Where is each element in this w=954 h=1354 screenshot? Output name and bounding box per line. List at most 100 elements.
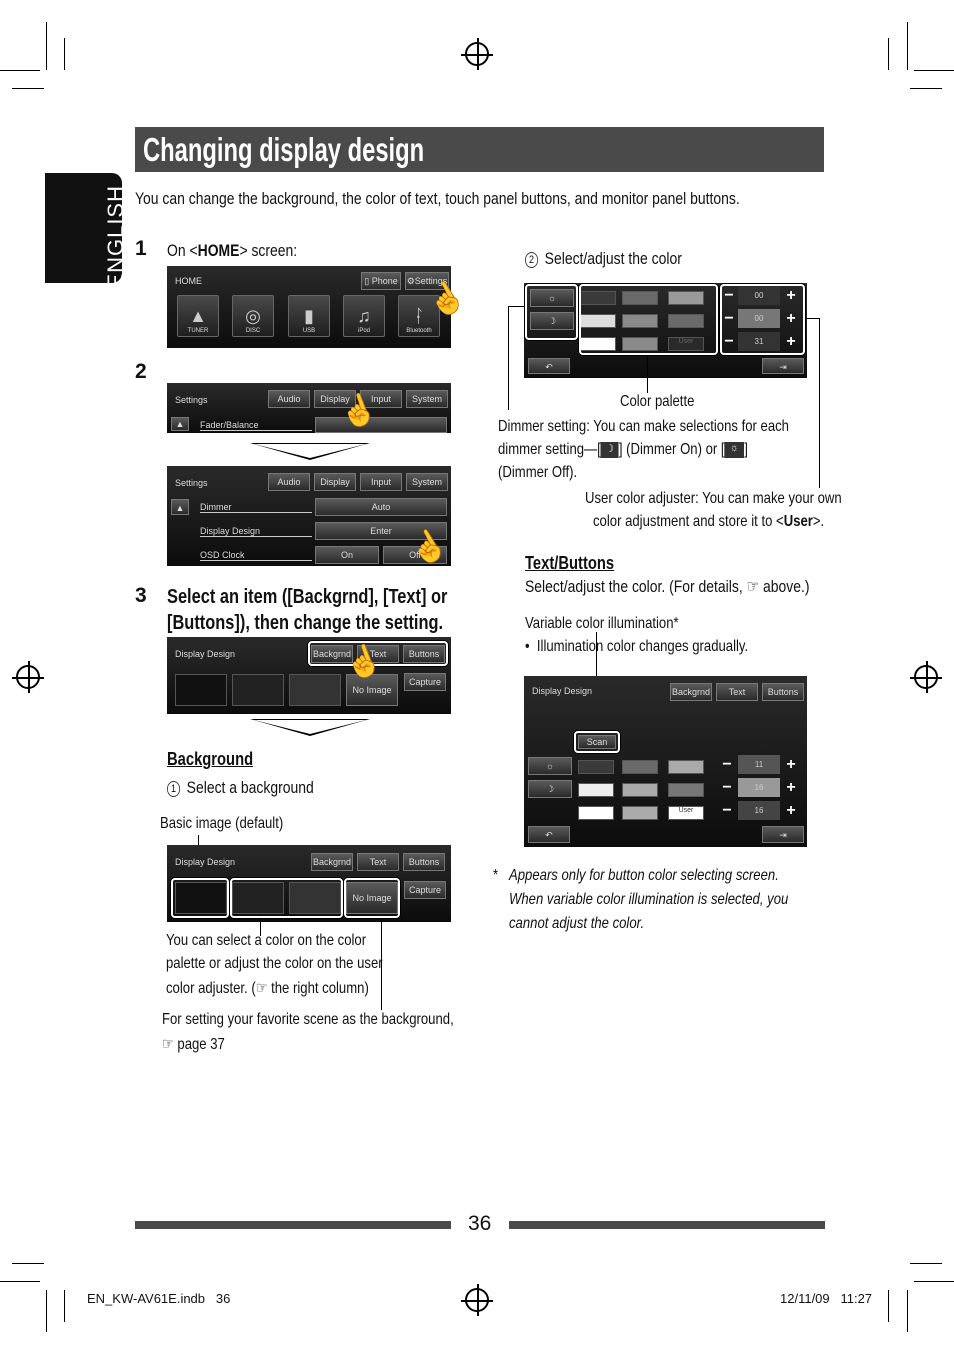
note-line: You can select a color on the color: [166, 932, 367, 949]
capture-button[interactable]: Capture: [404, 673, 446, 691]
minus-button[interactable]: −: [718, 802, 736, 820]
tab-audio[interactable]: Audio: [268, 473, 310, 491]
tab-audio[interactable]: Audio: [268, 390, 310, 408]
disc-icon[interactable]: ◎ DISC: [232, 295, 274, 337]
basic-image-label: Basic image (default): [160, 815, 284, 832]
callout-line: [508, 306, 524, 307]
ipod-icon[interactable]: ♫ iPod: [343, 295, 385, 337]
tuner-icon[interactable]: ▲ TUNER: [177, 295, 219, 337]
color-value: 16: [738, 778, 780, 797]
phone-button[interactable]: ▯ Phone: [361, 272, 401, 290]
crop-mark: [46, 1290, 47, 1332]
color-swatch[interactable]: [578, 783, 614, 797]
dimmer-row[interactable]: Dimmer: [200, 502, 312, 513]
callout-line: [806, 318, 820, 319]
usb-icon[interactable]: ▮ USB: [288, 295, 330, 337]
dimmer-off-button[interactable]: ☼: [528, 757, 572, 775]
dimmer-note: dimmer setting—[☽] (Dimmer On) or [☼]: [498, 441, 748, 458]
scroll-up-button[interactable]: ▲: [171, 417, 189, 431]
footnote-line: Appears only for button color selecting …: [509, 867, 779, 884]
footer-file: EN_KW-AV61E.indb 36: [87, 1291, 231, 1306]
text-buttons-text: Select/adjust the color. (For details, ☞…: [525, 577, 810, 596]
crop-mark: [910, 1263, 942, 1264]
display-design-row[interactable]: Display Design: [200, 526, 312, 537]
dimmer-note: (Dimmer Off).: [498, 464, 578, 481]
page-number: 36: [468, 1212, 492, 1235]
color-swatch[interactable]: [668, 783, 704, 797]
tab-text[interactable]: Text: [357, 853, 399, 871]
color-swatch[interactable]: [668, 760, 704, 774]
arrow-down-icon: [250, 719, 370, 736]
plus-button[interactable]: +: [782, 802, 800, 820]
registration-mark: [461, 38, 493, 70]
dimmer-value-button[interactable]: Auto: [315, 498, 447, 516]
crop-mark: [914, 70, 954, 71]
adjuster-highlight: [720, 284, 805, 355]
color-swatch[interactable]: [578, 760, 614, 774]
background-option[interactable]: [289, 674, 341, 706]
minus-button[interactable]: −: [718, 756, 736, 774]
exit-button[interactable]: ⇥: [762, 826, 804, 843]
osd-clock-row[interactable]: OSD Clock: [200, 550, 312, 561]
note-line: color adjuster. (☞ the right column): [166, 980, 369, 997]
registration-mark: [461, 1284, 493, 1316]
crop-mark: [0, 70, 40, 71]
on-button[interactable]: On: [315, 546, 379, 564]
tab-backgrnd[interactable]: Backgrnd: [670, 683, 712, 701]
crop-mark: [64, 1290, 65, 1322]
tab-buttons[interactable]: Buttons: [762, 683, 804, 701]
footer-bar: [135, 1221, 451, 1229]
background-option[interactable]: [175, 674, 227, 706]
callout-line: [647, 355, 648, 393]
dimmer-on-button[interactable]: ☽: [528, 780, 572, 798]
background-step: 1 Select a background: [167, 778, 314, 798]
settings-screen-audio: Settings Audio Display Input System ▲ Fa…: [167, 383, 451, 433]
footnote-line: When variable color illumination is sele…: [509, 891, 789, 908]
tab-buttons[interactable]: Buttons: [403, 853, 445, 871]
background-heading: Background: [167, 749, 254, 769]
tab-backgrnd[interactable]: Backgrnd: [311, 853, 353, 871]
tab-display[interactable]: Display: [314, 473, 356, 491]
step1-text: On <HOME> screen:: [167, 241, 298, 260]
minus-button[interactable]: −: [718, 779, 736, 797]
color-swatch[interactable]: [622, 806, 658, 820]
back-button[interactable]: ↶: [528, 358, 570, 374]
plus-button[interactable]: +: [782, 779, 800, 797]
user-note: User color adjuster: You can make your o…: [585, 490, 842, 507]
footnote-line: cannot adjust the color.: [509, 915, 645, 932]
fader-balance-row[interactable]: Fader/Balance: [200, 420, 312, 431]
color-swatch[interactable]: [578, 806, 614, 820]
footer-bar: [509, 1221, 825, 1229]
variable-color-label: Variable color illumination*: [525, 615, 679, 632]
dimmer-on-icon: ☽: [600, 441, 619, 458]
crop-mark: [888, 1290, 889, 1322]
selection-highlight: [171, 878, 229, 918]
language-tab: ENGLISH: [45, 173, 128, 289]
registration-mark: [910, 661, 942, 693]
capture-button[interactable]: Capture: [404, 881, 446, 899]
note-line: palette or adjust the color on the user: [166, 955, 383, 972]
dimmer-note: Dimmer setting: You can make selections …: [498, 418, 789, 435]
user-note: color adjustment and store it to <User>.: [593, 513, 825, 530]
tab-text[interactable]: Text: [716, 683, 758, 701]
color-swatch[interactable]: [622, 760, 658, 774]
user-swatch[interactable]: User: [668, 806, 704, 820]
text-buttons-heading: Text/Buttons: [525, 553, 615, 573]
scan-screen: Display Design Backgrnd Text Buttons Sca…: [524, 676, 807, 847]
background-option[interactable]: [232, 674, 284, 706]
back-button[interactable]: ↶: [528, 826, 570, 843]
step-number: 1: [135, 237, 147, 260]
tab-system[interactable]: System: [406, 473, 448, 491]
exit-button[interactable]: ⇥: [762, 358, 804, 374]
crop-mark: [907, 22, 908, 70]
selection-highlight: [344, 878, 400, 918]
step-number: 2: [135, 360, 147, 383]
plus-button[interactable]: +: [782, 756, 800, 774]
page-reference[interactable]: ☞ page 37: [162, 1034, 225, 1054]
color-value: 11: [738, 755, 780, 774]
tab-system[interactable]: System: [406, 390, 448, 408]
color-swatch[interactable]: [622, 783, 658, 797]
tab-input[interactable]: Input: [360, 473, 402, 491]
intro-text: You can change the background, the color…: [135, 189, 740, 208]
scroll-up-button[interactable]: ▲: [171, 499, 189, 515]
